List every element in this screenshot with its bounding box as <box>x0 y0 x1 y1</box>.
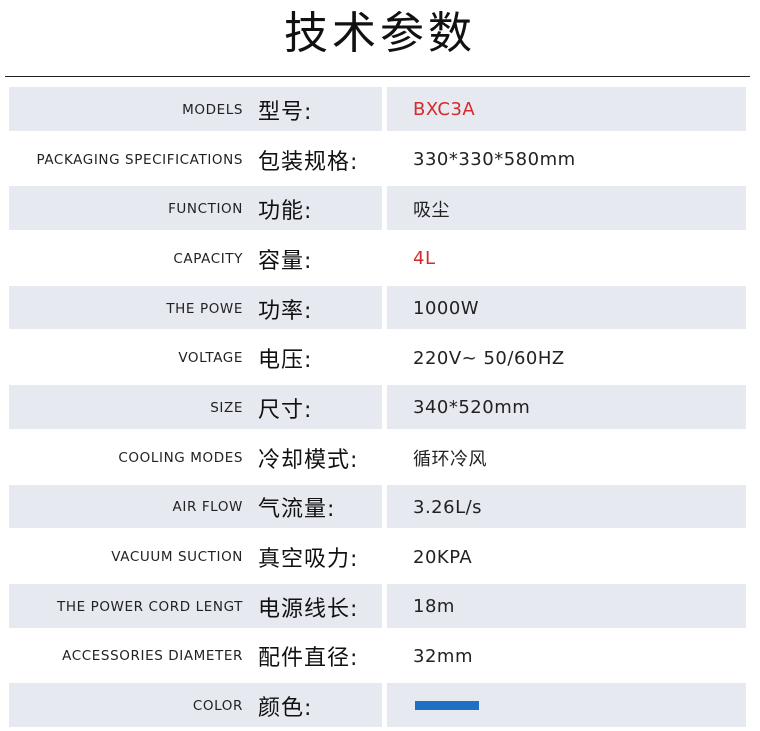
spec-label-en: COLOR <box>192 698 243 715</box>
spec-label-en: VOLTAGE <box>178 350 243 367</box>
spec-label-zh: 颜色: <box>258 696 313 722</box>
spec-label-zh: 电压: <box>258 348 313 374</box>
spec-row-color: COLOR 颜色: <box>0 681 760 731</box>
spec-row-voltage: VOLTAGE 电压: 220V~ 50/60HZ <box>0 333 760 383</box>
spec-row-cooling: COOLING MODES 冷却模式: 循环冷风 <box>0 433 760 483</box>
spec-row-suction: VACUUM SUCTION 真空吸力: 20KPA <box>0 532 760 582</box>
spec-row-capacity: CAPACITY 容量: 4L <box>0 234 760 284</box>
spec-row-accessories: ACCESSORIES DIAMETER 配件直径: 32mm <box>0 632 760 682</box>
spec-label-en: THE POWE <box>166 300 243 317</box>
spec-label-en: MODELS <box>182 101 243 118</box>
spec-label-zh: 包装规格: <box>258 149 359 175</box>
spec-row-models: MODELS 型号: BXC3A <box>0 85 760 135</box>
spec-label-en: FUNCTION <box>168 201 243 218</box>
spec-row-airflow: AIR FLOW 气流量: 3.26L/s <box>0 483 760 533</box>
spec-value: 330*330*580mm <box>413 149 576 171</box>
spec-value: 3.26L/s <box>413 496 483 518</box>
spec-label-zh: 功能: <box>258 199 313 225</box>
spec-value: 吸尘 <box>413 200 450 222</box>
spec-row-cord: THE POWER CORD LENGT 电源线长: 18m <box>0 582 760 632</box>
spec-label-en: CAPACITY <box>173 250 243 267</box>
spec-label-en: VACUUM SUCTION <box>111 549 243 566</box>
page-title: 技术参数 <box>284 8 476 59</box>
spec-label-en: ACCESSORIES DIAMETER <box>62 648 243 665</box>
spec-row-size: SIZE 尺寸: 340*520mm <box>0 383 760 433</box>
spec-label-zh: 型号: <box>258 99 313 125</box>
spec-value: 1000W <box>413 298 480 320</box>
spec-value: 18m <box>413 596 455 618</box>
spec-label-zh: 功率: <box>258 298 313 324</box>
spec-label-zh: 电源线长: <box>258 596 359 622</box>
title-divider <box>5 76 750 77</box>
spec-label-zh: 冷却模式: <box>258 447 359 473</box>
spec-label-zh: 真空吸力: <box>258 547 359 573</box>
spec-row-power: THE POWE 功率: 1000W <box>0 284 760 334</box>
spec-row-function: FUNCTION 功能: 吸尘 <box>0 184 760 234</box>
spec-value: 循环冷风 <box>413 448 487 470</box>
spec-label-en: COOLING MODES <box>118 449 243 466</box>
spec-table: MODELS 型号: BXC3A PACKAGING SPECIFICATION… <box>0 85 760 731</box>
spec-value: 220V~ 50/60HZ <box>413 347 565 369</box>
spec-value: 340*520mm <box>413 397 531 419</box>
spec-value: 4L <box>413 248 436 270</box>
spec-label-en: SIZE <box>210 399 243 416</box>
spec-label-en: AIR FLOW <box>172 499 243 516</box>
spec-label-en: PACKAGING SPECIFICATIONS <box>36 151 243 168</box>
spec-label-en: THE POWER CORD LENGT <box>56 598 243 615</box>
spec-row-packaging: PACKAGING SPECIFICATIONS 包装规格: 330*330*5… <box>0 135 760 185</box>
spec-value: 20KPA <box>413 546 473 568</box>
spec-value: 32mm <box>413 645 473 667</box>
spec-label-zh: 配件直径: <box>258 646 359 672</box>
color-swatch <box>415 701 479 711</box>
spec-value: BXC3A <box>413 99 476 121</box>
spec-label-zh: 气流量: <box>258 497 336 523</box>
spec-label-zh: 容量: <box>258 248 313 274</box>
spec-label-zh: 尺寸: <box>258 397 313 423</box>
